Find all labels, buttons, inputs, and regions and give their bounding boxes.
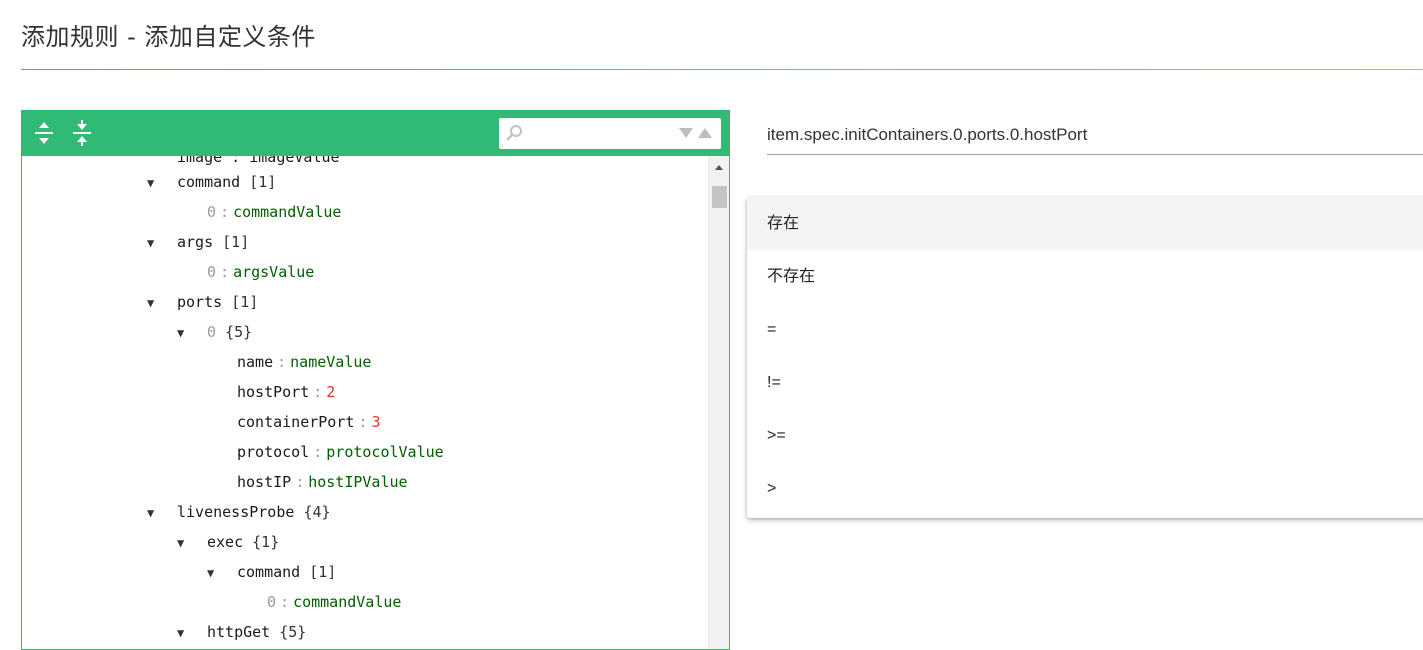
- operator-option-not-exists[interactable]: 不存在: [747, 250, 1423, 303]
- tree-value[interactable]: protocolValue: [326, 443, 443, 461]
- tree-count: [1]: [309, 563, 337, 581]
- tree-count: [1]: [222, 233, 250, 251]
- collapse-toggle-icon[interactable]: ▼: [177, 318, 207, 348]
- operator-option-equals[interactable]: =: [747, 303, 1423, 356]
- tree-key: hostPort: [237, 383, 310, 401]
- tree-row[interactable]: protocol: protocolValue: [237, 437, 444, 467]
- collapse-toggle-icon[interactable]: ▼: [177, 528, 207, 558]
- tree-row[interactable]: hostPort:2: [237, 377, 335, 407]
- tree-row[interactable]: name: nameValue: [237, 347, 371, 377]
- tree-row[interactable]: ▼ 0 {5}: [177, 317, 252, 347]
- tree-key: hostIP: [237, 473, 292, 491]
- tree-search-input[interactable]: [527, 122, 671, 146]
- tree-view: image : imageValue ▼ command [1] 0: comman…: [22, 156, 708, 649]
- tree-row[interactable]: ▼ livenessProbe {4}: [147, 497, 331, 527]
- tree-row[interactable]: containerPort:3: [237, 407, 380, 437]
- tree-scrollbar[interactable]: [708, 156, 729, 649]
- collapse-all-icon[interactable]: [70, 120, 94, 146]
- operator-option-greater-or-equal[interactable]: >=: [747, 409, 1423, 462]
- search-icon: [505, 124, 523, 146]
- collapse-toggle-icon[interactable]: ▼: [207, 558, 237, 588]
- collapse-toggle-icon[interactable]: ▼: [147, 498, 177, 528]
- tree-key: httpGet: [207, 623, 271, 641]
- page-title: 添加规则 - 添加自定义条件: [21, 23, 316, 51]
- expand-all-icon[interactable]: [32, 120, 56, 146]
- tree-key: name: [237, 353, 274, 371]
- tree-row[interactable]: 0: argsValue: [207, 257, 314, 287]
- tree-count: [1]: [249, 173, 277, 191]
- tree-count: {1}: [252, 533, 280, 551]
- tree-key: protocol: [237, 443, 310, 461]
- tree-value[interactable]: argsValue: [233, 263, 314, 281]
- collapse-toggle-icon[interactable]: ▼: [147, 168, 177, 198]
- tree-count: {5}: [225, 323, 253, 341]
- collapse-toggle-icon[interactable]: ▼: [147, 288, 177, 318]
- tree-key: exec: [207, 533, 244, 551]
- tree-key: command: [177, 173, 241, 191]
- tree-key: containerPort: [237, 413, 355, 431]
- title-divider: [21, 69, 1423, 70]
- tree-value[interactable]: nameValue: [290, 353, 371, 371]
- tree-count: {4}: [303, 503, 331, 521]
- tree-search-box: [499, 118, 721, 149]
- tree-key: 0: [207, 323, 217, 341]
- tree-row[interactable]: 0: commandValue: [267, 587, 401, 617]
- tree-key: ports: [177, 293, 223, 311]
- editor-toolbar: [22, 111, 729, 156]
- tree-count: {5}: [279, 623, 307, 641]
- scroll-up-arrow-icon[interactable]: [715, 165, 723, 170]
- search-next-icon[interactable]: [679, 128, 693, 138]
- tree-key: 0: [267, 593, 277, 611]
- scrollbar-thumb[interactable]: [712, 186, 727, 208]
- tree-row[interactable]: 0: commandValue: [207, 197, 341, 227]
- tree-value[interactable]: 3: [371, 413, 380, 431]
- tree-key: 0: [207, 263, 217, 281]
- operator-option-not-equals[interactable]: !=: [747, 356, 1423, 409]
- tree-row-partial: image : imageValue: [177, 156, 340, 166]
- tree-key: 0: [207, 203, 217, 221]
- operator-option-greater-than[interactable]: >: [747, 462, 1423, 515]
- collapse-toggle-icon[interactable]: ▼: [147, 228, 177, 258]
- tree-key: livenessProbe: [177, 503, 295, 521]
- tree-row[interactable]: ▼ args [1]: [147, 227, 249, 257]
- tree-row[interactable]: ▼ httpGet {5}: [177, 617, 306, 647]
- operator-option-exists[interactable]: 存在: [747, 197, 1423, 250]
- tree-key: command: [237, 563, 301, 581]
- tree-row[interactable]: ▼ ports [1]: [147, 287, 258, 317]
- tree-row[interactable]: ▼ exec {1}: [177, 527, 279, 557]
- tree-value[interactable]: commandValue: [233, 203, 341, 221]
- search-previous-icon[interactable]: [698, 128, 712, 138]
- tree-key: args: [177, 233, 214, 251]
- tree-value[interactable]: hostIPValue: [308, 473, 407, 491]
- tree-value[interactable]: 2: [326, 383, 335, 401]
- selected-path-field[interactable]: item.spec.initContainers.0.ports.0.hostP…: [767, 120, 1423, 155]
- tree-count: [1]: [231, 293, 259, 311]
- tree-row[interactable]: hostIP: hostIPValue: [237, 467, 408, 497]
- json-tree-editor: image : imageValue ▼ command [1] 0: comman…: [21, 110, 730, 650]
- operator-dropdown: 存在 不存在 = != >= >: [747, 197, 1423, 518]
- tree-row[interactable]: ▼ command [1]: [207, 557, 336, 587]
- collapse-toggle-icon[interactable]: ▼: [177, 618, 207, 648]
- tree-row[interactable]: ▼ command [1]: [147, 167, 276, 197]
- tree-value[interactable]: commandValue: [293, 593, 401, 611]
